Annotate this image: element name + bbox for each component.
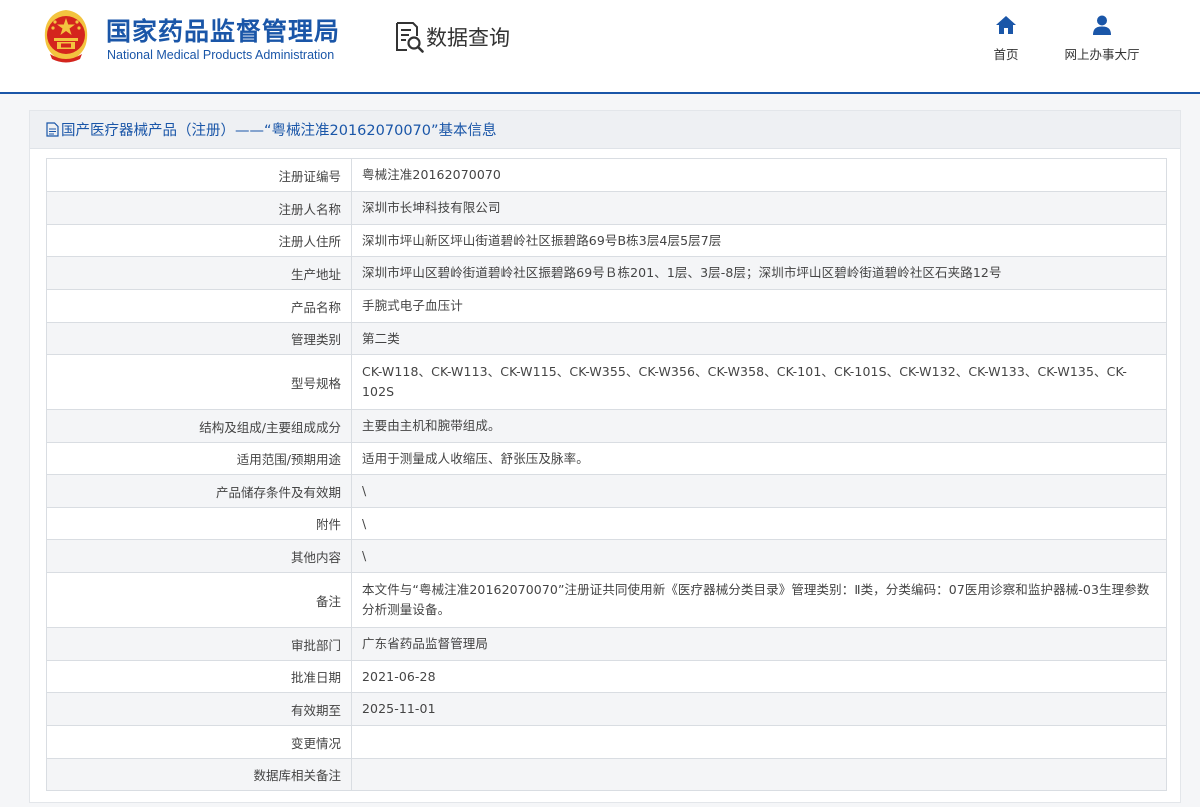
product-info-panel: 国产医疗器械产品（注册）——“粤械注准20162070070”基本信息 注册证编… (29, 110, 1181, 803)
row-label: 产品名称 (46, 289, 352, 323)
table-row: 结构及组成/主要组成成分 主要由主机和腕带组成。 (46, 409, 1167, 443)
row-value: 本文件与“粤械注准20162070070”注册证共同使用新《医疗器械分类目录》管… (351, 572, 1167, 628)
table-row: 注册证编号 粤械注准20162070070 (46, 158, 1167, 192)
row-value: 2025-11-01 (351, 692, 1167, 726)
nav-online-service-hall-label: 网上办事大厅 (1064, 47, 1140, 62)
table-row: 适用范围/预期用途 适用于测量成人收缩压、舒张压及脉率。 (46, 442, 1167, 475)
row-label: 附件 (46, 507, 352, 540)
row-label: 有效期至 (46, 692, 352, 726)
row-value: 深圳市坪山区碧岭街道碧岭社区振碧路69号Ｂ栋201、1层、3层-8层；深圳市坪山… (351, 256, 1167, 290)
table-row: 生产地址 深圳市坪山区碧岭街道碧岭社区振碧路69号Ｂ栋201、1层、3层-8层；… (46, 256, 1167, 290)
panel-header: 国产医疗器械产品（注册）——“粤械注准20162070070”基本信息 (30, 111, 1180, 149)
row-label: 型号规格 (46, 354, 352, 410)
table-row: 其他内容 \ (46, 539, 1167, 573)
row-label: 批准日期 (46, 660, 352, 693)
table-row: 管理类别 第二类 (46, 322, 1167, 355)
row-value: 粤械注准20162070070 (351, 158, 1167, 192)
row-label: 数据库相关备注 (46, 758, 352, 791)
row-value: 适用于测量成人收缩压、舒张压及脉率。 (351, 442, 1167, 475)
row-value: 主要由主机和腕带组成。 (351, 409, 1167, 443)
site-header: 国家药品监督管理局 National Medical Products Admi… (0, 0, 1200, 92)
row-value (351, 758, 1167, 791)
table-row: 注册人名称 深圳市长坤科技有限公司 (46, 191, 1167, 225)
data-query-icon (396, 22, 424, 53)
row-label: 注册证编号 (46, 158, 352, 192)
table-row: 变更情况 (46, 725, 1167, 759)
org-name-en: National Medical Products Administration (107, 48, 335, 62)
table-row: 批准日期 2021-06-28 (46, 660, 1167, 693)
table-row: 审批部门 广东省药品监督管理局 (46, 627, 1167, 661)
national-emblem-icon (44, 10, 88, 63)
row-label: 适用范围/预期用途 (46, 442, 352, 475)
table-row: 注册人住所 深圳市坪山新区坪山街道碧岭社区振碧路69号B栋3层4层5层7层 (46, 224, 1167, 257)
document-icon (46, 122, 59, 137)
row-label: 备注 (46, 572, 352, 628)
row-value (351, 725, 1167, 759)
table-row: 附件 \ (46, 507, 1167, 540)
row-value: 深圳市坪山新区坪山街道碧岭社区振碧路69号B栋3层4层5层7层 (351, 224, 1167, 257)
nav-home-label: 首页 (993, 47, 1019, 62)
table-row: 产品名称 手腕式电子血压计 (46, 289, 1167, 323)
row-value: 广东省药品监督管理局 (351, 627, 1167, 661)
product-info-table: 注册证编号 粤械注准20162070070 注册人名称 深圳市长坤科技有限公司 … (46, 158, 1167, 791)
table-row: 备注 本文件与“粤械注准20162070070”注册证共同使用新《医疗器械分类目… (46, 572, 1167, 628)
home-icon (996, 16, 1016, 34)
data-query-title: 数据查询 (394, 20, 510, 54)
row-value: 第二类 (351, 322, 1167, 355)
row-value: 2021-06-28 (351, 660, 1167, 693)
row-label: 注册人名称 (46, 191, 352, 225)
row-value: CK-W118、CK-W113、CK-W115、CK-W355、CK-W356、… (351, 354, 1167, 410)
user-icon (1093, 15, 1111, 35)
nav-home[interactable]: 首页 (982, 14, 1030, 63)
table-row: 产品储存条件及有效期 \ (46, 474, 1167, 508)
table-row: 有效期至 2025-11-01 (46, 692, 1167, 726)
data-query-label: 数据查询 (426, 26, 510, 50)
row-label: 其他内容 (46, 539, 352, 573)
row-label: 管理类别 (46, 322, 352, 355)
row-label: 生产地址 (46, 256, 352, 290)
row-label: 产品储存条件及有效期 (46, 474, 352, 508)
row-value: \ (351, 539, 1167, 573)
row-label: 结构及组成/主要组成成分 (46, 409, 352, 443)
panel-title: 国产医疗器械产品（注册）——“粤械注准20162070070”基本信息 (61, 123, 497, 139)
row-value: 手腕式电子血压计 (351, 289, 1167, 323)
nav-online-service-hall[interactable]: 网上办事大厅 (1052, 14, 1152, 63)
row-value: \ (351, 474, 1167, 508)
org-name-cn: 国家药品监督管理局 (106, 17, 341, 46)
row-label: 变更情况 (46, 725, 352, 759)
table-row: 型号规格 CK-W118、CK-W113、CK-W115、CK-W355、CK-… (46, 354, 1167, 410)
table-row: 数据库相关备注 (46, 758, 1167, 791)
row-label: 注册人住所 (46, 224, 352, 257)
row-value: \ (351, 507, 1167, 540)
row-label: 审批部门 (46, 627, 352, 661)
row-value: 深圳市长坤科技有限公司 (351, 191, 1167, 225)
